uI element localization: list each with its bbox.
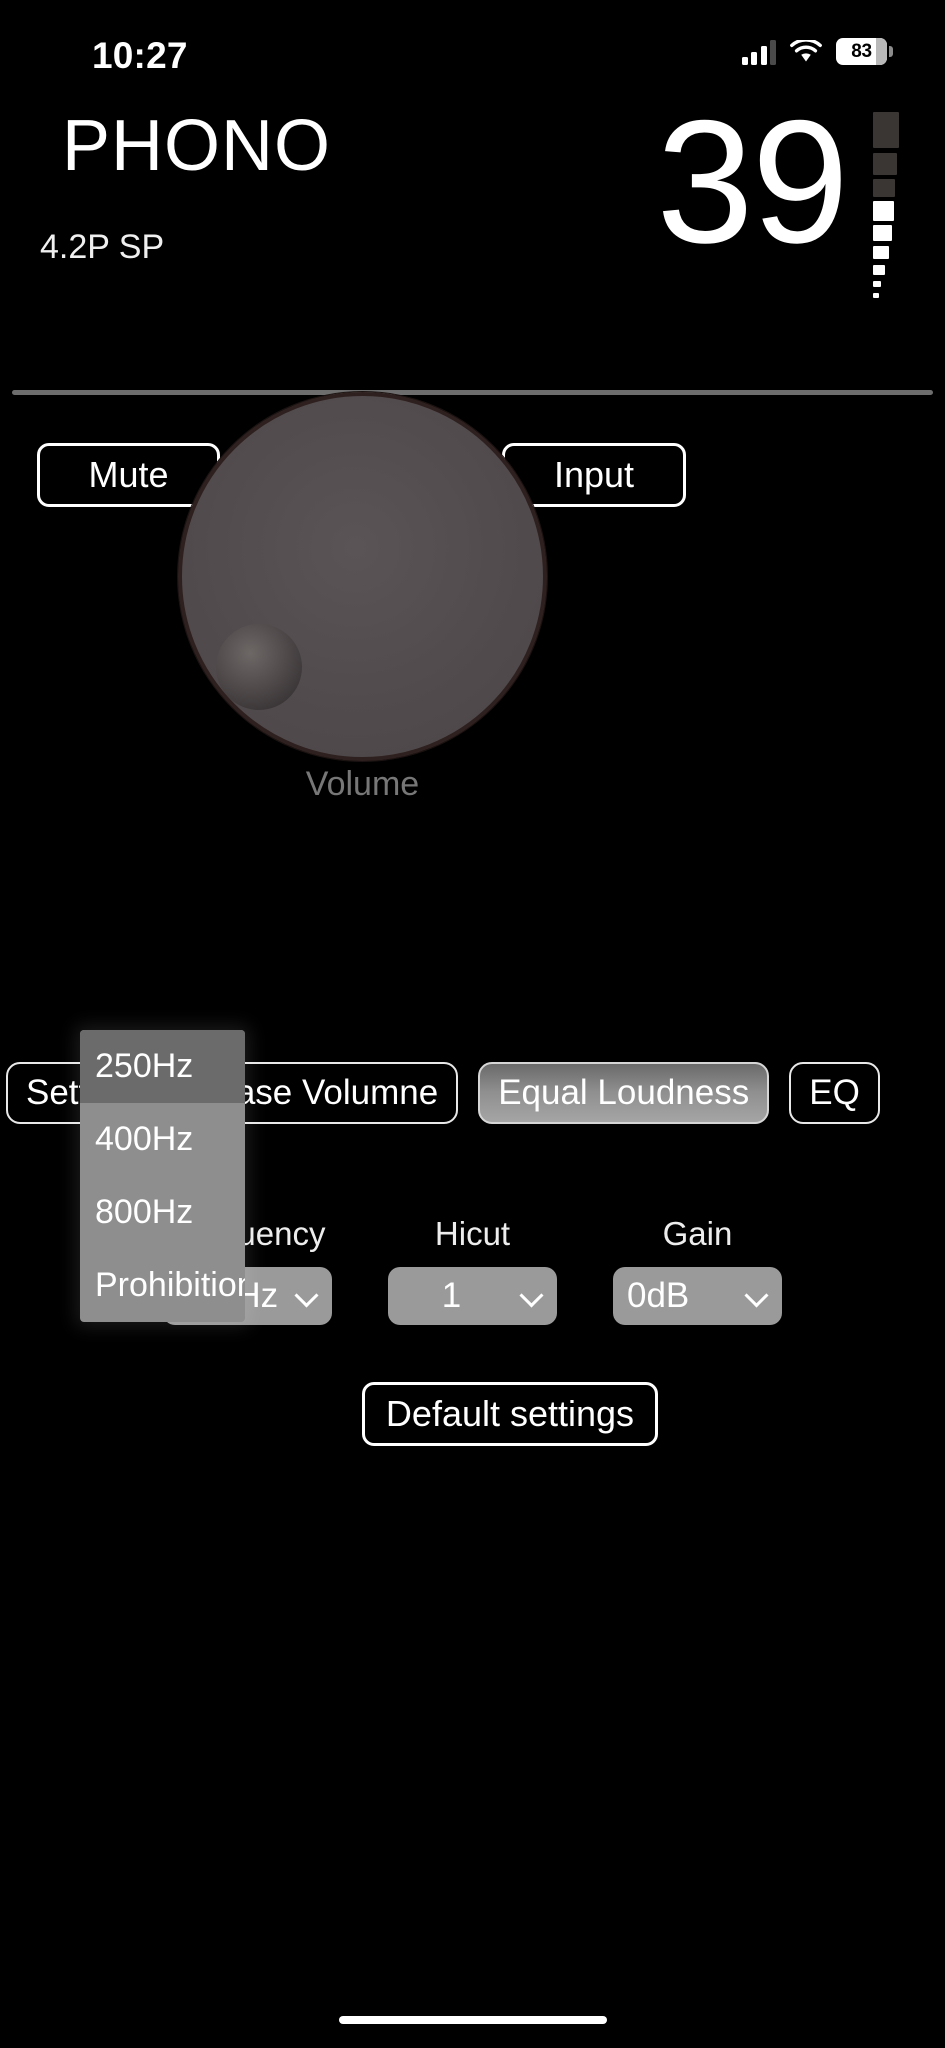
meter-segment (873, 293, 879, 298)
dropdown-option[interactable]: Prohibition (80, 1249, 245, 1322)
battery-icon: 83 (836, 38, 893, 65)
dropdown-option[interactable]: 400Hz (80, 1103, 245, 1176)
wifi-icon (790, 39, 822, 64)
control-hicut: Hicut 1 (388, 1215, 557, 1325)
volume-level-meter-icon (873, 112, 913, 298)
meter-segment (873, 281, 881, 287)
default-settings-button[interactable]: Default settings (362, 1382, 658, 1446)
volume-knob-dial[interactable] (178, 392, 547, 761)
status-bar-indicators: 83 (741, 38, 893, 65)
volume-knob-label: Volume (305, 765, 420, 803)
meter-segment (873, 201, 894, 221)
battery-level-fill (876, 38, 887, 65)
tab-eq[interactable]: EQ (789, 1062, 880, 1124)
frequency-dropdown-menu[interactable]: 250Hz 400Hz 800Hz Prohibition (80, 1030, 245, 1322)
source-detail-label: 4.2P SP (40, 228, 165, 266)
chevron-down-icon (296, 1285, 318, 1307)
volume-value-readout: 39 (656, 85, 849, 280)
volume-knob-pointer (216, 624, 302, 710)
control-gain: Gain 0dB (613, 1215, 782, 1325)
dropdown-option[interactable]: 800Hz (80, 1176, 245, 1249)
gain-select[interactable]: 0dB (613, 1267, 782, 1325)
meter-segment (873, 225, 892, 241)
control-label-hicut: Hicut (434, 1215, 511, 1252)
app-root: 10:27 83 PHONO 4.2P SP 39 Mute Input Vol… (0, 0, 945, 2048)
meter-segment (873, 179, 895, 197)
meter-segment (873, 112, 899, 148)
cellular-signal-icon (741, 39, 776, 65)
hicut-selected-value: 1 (441, 1276, 462, 1315)
meter-segment (873, 265, 885, 275)
page-title: PHONO (62, 106, 332, 186)
control-label-gain: Gain (662, 1215, 733, 1252)
status-bar-clock: 10:27 (92, 35, 188, 76)
dropdown-option[interactable]: 250Hz (80, 1030, 245, 1103)
chevron-down-icon (746, 1285, 768, 1307)
gain-selected-value: 0dB (627, 1276, 690, 1315)
meter-segment (873, 246, 889, 259)
volume-knob[interactable] (178, 392, 547, 761)
home-indicator[interactable] (338, 2016, 607, 2024)
battery-percent-label: 83 (851, 40, 872, 62)
hicut-select[interactable]: 1 (388, 1267, 557, 1325)
meter-segment (873, 153, 897, 175)
tab-equal-loudness[interactable]: Equal Loudness (478, 1062, 770, 1124)
chevron-down-icon (521, 1285, 543, 1307)
